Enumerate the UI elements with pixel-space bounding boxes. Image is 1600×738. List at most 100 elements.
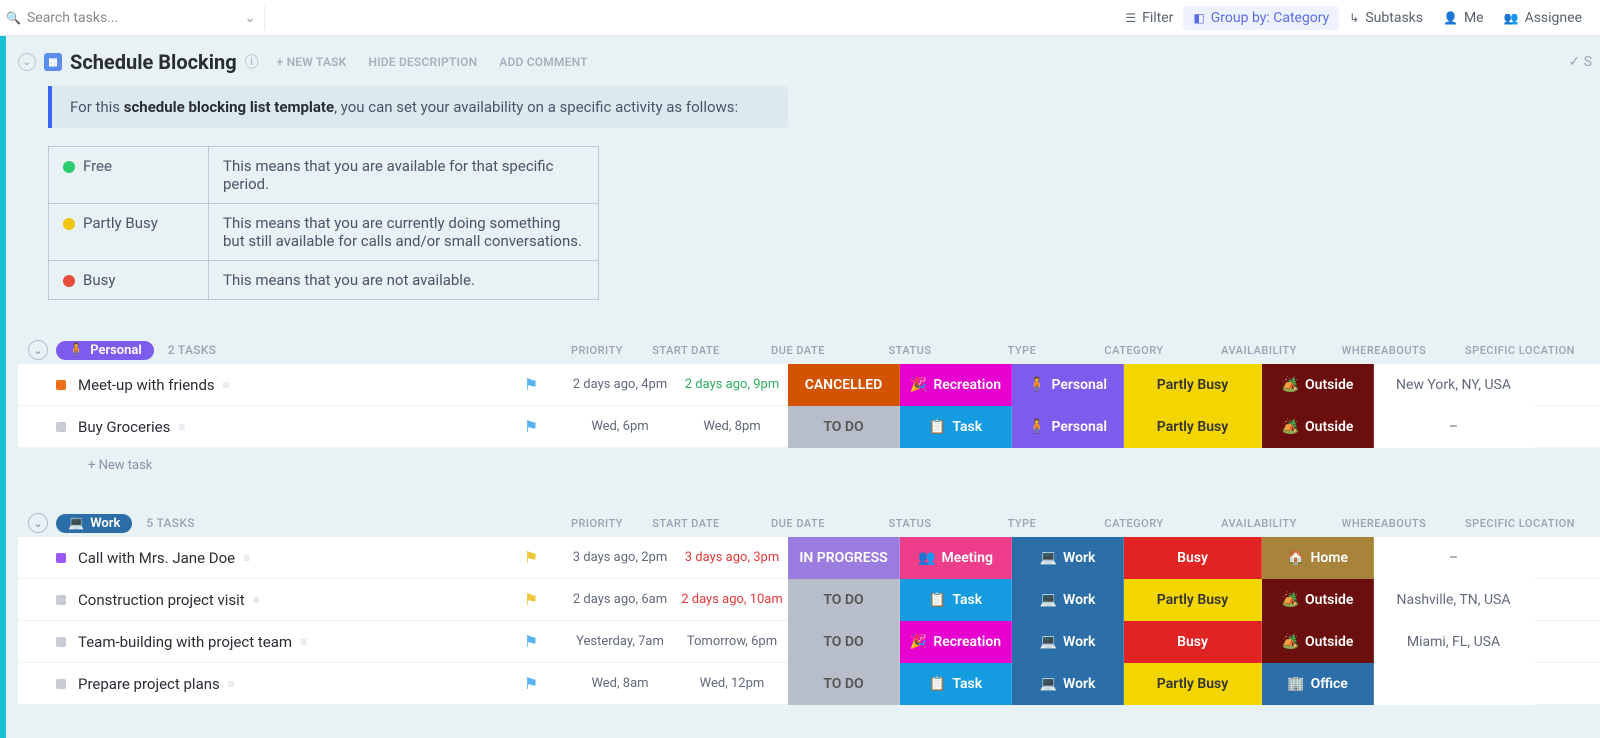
task-name[interactable]: Call with Mrs. Jane Doe≡ bbox=[78, 549, 498, 567]
category-pill[interactable]: 🧍Personal bbox=[1012, 406, 1124, 448]
chevron-down-icon[interactable]: ⌄ bbox=[244, 10, 256, 26]
filter-button[interactable]: ☰Filter bbox=[1115, 6, 1183, 30]
whereabouts-pill[interactable]: 🏕️Outside bbox=[1262, 406, 1374, 448]
new-task-link[interactable]: + NEW TASK bbox=[277, 55, 347, 69]
task-name[interactable]: Buy Groceries≡ bbox=[78, 418, 498, 436]
new-task-link[interactable]: + New task bbox=[18, 448, 1600, 473]
status-pill[interactable]: IN PROGRESS bbox=[788, 537, 900, 579]
location-cell[interactable]: Miami, FL, USA bbox=[1374, 621, 1534, 663]
status-pill[interactable]: TO DO bbox=[788, 579, 900, 621]
subtasks-button[interactable]: ↳Subtasks bbox=[1339, 6, 1433, 30]
task-name[interactable]: Meet-up with friends≡ bbox=[78, 376, 498, 394]
priority-cell[interactable]: ⚑ bbox=[498, 632, 564, 651]
me-button[interactable]: 👤Me bbox=[1433, 6, 1494, 30]
dot-yellow-icon bbox=[63, 218, 75, 230]
due-date-cell[interactable]: 3 days ago, 3pm bbox=[676, 550, 788, 565]
start-date-cell[interactable]: Yesterday, 7am bbox=[564, 634, 676, 649]
check-icon[interactable]: ✓ S bbox=[1568, 54, 1592, 70]
toolbar: 🔍 ⌄ ☰Filter ◧Group by: Category ↳Subtask… bbox=[0, 0, 1600, 36]
priority-cell[interactable]: ⚑ bbox=[498, 548, 564, 567]
availability-pill[interactable]: Partly Busy bbox=[1124, 364, 1262, 406]
drag-icon[interactable]: ≡ bbox=[243, 551, 250, 565]
type-pill[interactable]: 🎉Recreation bbox=[900, 364, 1012, 406]
hide-description-link[interactable]: HIDE DESCRIPTION bbox=[368, 55, 477, 69]
table-row[interactable]: Buy Groceries≡ ⚑ Wed, 6pm Wed, 8pm TO DO… bbox=[18, 406, 1600, 448]
priority-cell[interactable]: ⚑ bbox=[498, 417, 564, 436]
whereabouts-pill[interactable]: 🏕️Outside bbox=[1262, 579, 1374, 621]
due-date-cell[interactable]: Wed, 8pm bbox=[676, 419, 788, 434]
table-row[interactable]: Team-building with project team≡ ⚑ Yeste… bbox=[18, 621, 1600, 663]
drag-icon[interactable]: ≡ bbox=[178, 420, 185, 434]
group-pill[interactable]: 🧍Personal bbox=[56, 341, 154, 360]
availability-pill[interactable]: Partly Busy bbox=[1124, 663, 1262, 705]
group-pill[interactable]: 💻Work bbox=[56, 514, 132, 533]
location-cell[interactable] bbox=[1374, 663, 1534, 705]
whereabouts-pill[interactable]: 🏠Home bbox=[1262, 537, 1374, 579]
start-date-cell[interactable]: Wed, 6pm bbox=[564, 419, 676, 434]
whereabouts-pill[interactable]: 🏕️Outside bbox=[1262, 364, 1374, 406]
groupby-button[interactable]: ◧Group by: Category bbox=[1183, 6, 1339, 30]
task-name[interactable]: Team-building with project team≡ bbox=[78, 633, 498, 651]
status-pill[interactable]: TO DO bbox=[788, 621, 900, 663]
search-input[interactable] bbox=[27, 10, 238, 26]
location-cell[interactable]: Nashville, TN, USA bbox=[1374, 579, 1534, 621]
group-collapse-icon[interactable]: ⌄ bbox=[28, 340, 48, 360]
status-square-icon bbox=[56, 422, 66, 432]
task-name[interactable]: Prepare project plans≡ bbox=[78, 675, 498, 693]
start-date-cell[interactable]: 3 days ago, 2pm bbox=[564, 550, 676, 565]
drag-icon[interactable]: ≡ bbox=[253, 593, 260, 607]
location-cell[interactable]: – bbox=[1374, 406, 1534, 448]
status-pill[interactable]: TO DO bbox=[788, 663, 900, 705]
location-cell[interactable]: New York, NY, USA bbox=[1374, 364, 1534, 406]
start-date-cell[interactable]: Wed, 8am bbox=[564, 676, 676, 691]
priority-cell[interactable]: ⚑ bbox=[498, 375, 564, 394]
assignee-button[interactable]: 👥Assignee bbox=[1494, 6, 1592, 30]
drag-icon[interactable]: ≡ bbox=[223, 378, 230, 392]
type-pill[interactable]: 📋Task bbox=[900, 579, 1012, 621]
desc-suffix: , you can set your availability on a spe… bbox=[334, 98, 738, 116]
location-cell[interactable]: – bbox=[1374, 537, 1534, 579]
due-date-cell[interactable]: 2 days ago, 9pm bbox=[676, 377, 788, 392]
legend-table: FreeThis means that you are available fo… bbox=[48, 146, 599, 300]
column-header: CATEGORY bbox=[1078, 344, 1190, 357]
status-pill[interactable]: TO DO bbox=[788, 406, 900, 448]
category-pill[interactable]: 🧍Personal bbox=[1012, 364, 1124, 406]
type-pill[interactable]: 🎉Recreation bbox=[900, 621, 1012, 663]
legend-row: FreeThis means that you are available fo… bbox=[49, 147, 599, 204]
drag-icon[interactable]: ≡ bbox=[228, 677, 235, 691]
category-pill[interactable]: 💻Work bbox=[1012, 663, 1124, 705]
availability-pill[interactable]: Partly Busy bbox=[1124, 579, 1262, 621]
table-row[interactable]: Prepare project plans≡ ⚑ Wed, 8am Wed, 1… bbox=[18, 663, 1600, 705]
table-row[interactable]: Call with Mrs. Jane Doe≡ ⚑ 3 days ago, 2… bbox=[18, 537, 1600, 579]
due-date-cell[interactable]: Tomorrow, 6pm bbox=[676, 634, 788, 649]
table-row[interactable]: Meet-up with friends≡ ⚑ 2 days ago, 4pm … bbox=[18, 364, 1600, 406]
due-date-cell[interactable]: Wed, 12pm bbox=[676, 676, 788, 691]
availability-pill[interactable]: Busy bbox=[1124, 537, 1262, 579]
people-icon: 👥 bbox=[1504, 11, 1519, 25]
whereabouts-pill[interactable]: 🏢Office bbox=[1262, 663, 1374, 705]
table-row[interactable]: Construction project visit≡ ⚑ 2 days ago… bbox=[18, 579, 1600, 621]
type-pill[interactable]: 📋Task bbox=[900, 663, 1012, 705]
task-name[interactable]: Construction project visit≡ bbox=[78, 591, 498, 609]
group-header: ⌄ 🧍Personal 2 TASKS PRIORITYSTART DATEDU… bbox=[18, 340, 1600, 364]
whereabouts-pill[interactable]: 🏕️Outside bbox=[1262, 621, 1374, 663]
type-pill[interactable]: 📋Task bbox=[900, 406, 1012, 448]
availability-pill[interactable]: Partly Busy bbox=[1124, 406, 1262, 448]
category-pill[interactable]: 💻Work bbox=[1012, 579, 1124, 621]
info-icon[interactable]: ⓘ bbox=[245, 52, 259, 72]
priority-cell[interactable]: ⚑ bbox=[498, 590, 564, 609]
where-emoji-icon: 🏠 bbox=[1287, 550, 1304, 566]
category-pill[interactable]: 💻Work bbox=[1012, 537, 1124, 579]
priority-cell[interactable]: ⚑ bbox=[498, 674, 564, 693]
drag-icon[interactable]: ≡ bbox=[300, 635, 307, 649]
start-date-cell[interactable]: 2 days ago, 6am bbox=[564, 592, 676, 607]
collapse-icon[interactable]: ⌄ bbox=[18, 53, 36, 71]
availability-pill[interactable]: Busy bbox=[1124, 621, 1262, 663]
group-collapse-icon[interactable]: ⌄ bbox=[28, 513, 48, 533]
status-pill[interactable]: CANCELLED bbox=[788, 364, 900, 406]
add-comment-link[interactable]: ADD COMMENT bbox=[499, 55, 587, 69]
start-date-cell[interactable]: 2 days ago, 4pm bbox=[564, 377, 676, 392]
type-pill[interactable]: 👥Meeting bbox=[900, 537, 1012, 579]
due-date-cell[interactable]: 2 days ago, 10am bbox=[676, 592, 788, 607]
category-pill[interactable]: 💻Work bbox=[1012, 621, 1124, 663]
